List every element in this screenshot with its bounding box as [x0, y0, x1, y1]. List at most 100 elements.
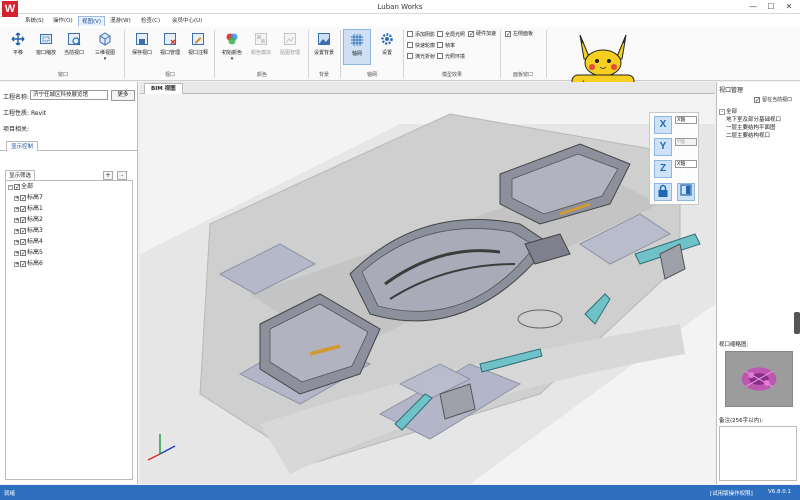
set-background-button[interactable]: 设置背景 — [310, 29, 338, 65]
lock-icon — [658, 184, 668, 197]
model-canvas[interactable] — [140, 94, 715, 484]
initial-color-icon — [226, 33, 238, 45]
y-axis-select[interactable]: Y轴 — [675, 138, 697, 146]
checkmark-icon: ✓ — [20, 217, 27, 224]
save-viewport-button[interactable]: 保存视口 — [128, 29, 156, 65]
z-axis-select[interactable]: X轴 — [675, 160, 697, 168]
viewport-item[interactable]: 地下室及部分基础视口 — [726, 115, 781, 123]
x-axis-button[interactable]: X — [654, 116, 672, 134]
status-license: [试用版操作权限] — [710, 491, 753, 497]
grid-button[interactable]: 轴网 — [343, 29, 371, 65]
more-button[interactable]: 更多 — [111, 90, 135, 101]
expand-icon: + — [14, 195, 20, 201]
viewport-item[interactable]: 一层主要结构平面图 — [726, 123, 776, 131]
menu-system[interactable]: 系统(S) — [22, 16, 47, 26]
app-logo: W — [2, 1, 18, 17]
stay-current-viewport-toggle[interactable]: ✓ 留在当前视口 — [754, 97, 792, 104]
project-select[interactable]: 济宁任城区科技展览馆 — [30, 90, 108, 100]
tree-item-level[interactable]: + ✓标高7 — [14, 194, 43, 202]
effect-refraction[interactable]: 演光折射 — [407, 53, 435, 61]
viewport-annotate-button[interactable]: 视口注释 — [184, 29, 212, 65]
texture-manage-button[interactable]: 贴图管理 — [276, 29, 304, 65]
viewport-manage-button[interactable]: 视口管理 — [156, 29, 184, 65]
checkmark-icon: ✓ — [20, 250, 27, 257]
tree-item-level[interactable]: + ✓标高2 — [14, 216, 43, 224]
expand-all-button[interactable]: + — [103, 171, 113, 180]
menu-operate[interactable]: 操作(O) — [50, 16, 76, 26]
group-effects-label: 模型效果 — [441, 72, 462, 78]
checkmark-icon: ✓ — [505, 31, 512, 38]
right-edge-handle[interactable] — [794, 312, 800, 334]
viewport-annotate-icon — [192, 33, 204, 45]
group-separator — [546, 30, 547, 78]
checkbox-icon — [437, 31, 443, 37]
color-sim-icon — [255, 33, 267, 45]
display-filter-tab[interactable]: 显示筛选 — [5, 170, 36, 180]
effect-global-light[interactable]: 全局光照 — [437, 31, 465, 39]
tree-item-level[interactable]: + ✓标高1 — [14, 205, 43, 213]
x-axis-select[interactable]: X轴 — [675, 116, 697, 124]
expand-icon: + — [14, 239, 20, 245]
zoom-window-button[interactable]: 窗口缩放 — [32, 29, 60, 65]
panel-icon — [680, 184, 692, 196]
tree-item-level[interactable]: + ✓标高4 — [14, 238, 43, 246]
status-ready: 就绪 — [4, 491, 16, 497]
note-textarea[interactable] — [719, 426, 797, 481]
collapse-icon: - — [8, 184, 13, 190]
checkmark-icon: ✓ — [14, 184, 21, 191]
viewport-manager-panel: 视口管理 ✓ 留在当前视口 - 全部 地下室及部分基础视口 一层主要结构平面图 二层… — [716, 82, 800, 484]
gear-icon — [381, 33, 393, 45]
color-sim-button[interactable]: 颜色模拟 — [247, 29, 275, 65]
lock-button[interactable] — [654, 183, 672, 201]
panel-toggle-button[interactable] — [677, 183, 695, 201]
pan-icon — [11, 32, 25, 46]
note-label: 备注(256字以内): — [719, 418, 764, 424]
tab-display-control[interactable]: 显示控制 — [6, 141, 39, 151]
collapse-all-button[interactable]: - — [117, 171, 127, 180]
effect-framerate[interactable]: 帧率 — [437, 42, 455, 50]
axis-control-panel: X X轴 Y Y轴 Z X轴 — [649, 112, 699, 205]
effect-quick-outline[interactable]: 快速轮廓 — [407, 42, 435, 50]
expand-icon: + — [14, 228, 20, 234]
3d-view-icon — [99, 32, 111, 46]
3d-view-button[interactable]: 三维视图 ▾ — [88, 29, 122, 65]
checkmark-icon: ✓ — [20, 239, 27, 246]
pan-button[interactable]: 平移 — [4, 29, 32, 65]
title-bar: W Luban Works — ☐ ✕ — [0, 0, 800, 17]
menu-view[interactable]: 视图(V) — [78, 16, 106, 26]
group-color-label: 颜色 — [256, 72, 267, 78]
tree-item-level[interactable]: + ✓标高6 — [14, 260, 43, 268]
tab-bim-view[interactable]: BIM 视图 — [144, 83, 183, 94]
tree-item-level[interactable]: + ✓标高5 — [14, 249, 43, 257]
left-tabstrip: 显示控制 — [0, 139, 138, 151]
y-axis-button[interactable]: Y — [654, 138, 672, 156]
tree-item-all[interactable]: - ✓全部 — [8, 183, 33, 191]
close-button[interactable]: ✕ — [780, 1, 798, 13]
group-viewport-label: 视口 — [164, 72, 175, 78]
menu-roam[interactable]: 漫游(W) — [107, 16, 134, 26]
panel-left-toggle[interactable]: ✓ 左侧面板 — [505, 31, 533, 38]
group-window-label: 窗口 — [57, 72, 68, 78]
viewport-item[interactable]: 二层主要结构视口 — [726, 131, 770, 139]
expand-icon: + — [14, 217, 20, 223]
initial-color-button[interactable]: 初始颜色 ▾ — [218, 29, 246, 65]
menu-check[interactable]: 检查(C) — [138, 16, 163, 26]
maximize-button[interactable]: ☐ — [762, 1, 780, 13]
z-axis-button[interactable]: Z — [654, 160, 672, 178]
effect-hardware-accel[interactable]: ✓ 硬件加速 — [468, 31, 496, 38]
tree-item-level[interactable]: + ✓标高3 — [14, 227, 43, 235]
expand-icon: + — [14, 206, 20, 212]
menu-member[interactable]: 会员中心(U) — [169, 16, 205, 26]
left-panel: 工程名称: 济宁任城区科技展览馆 更多 工程性质: Revit 项目相关: 显示… — [0, 82, 138, 484]
current-viewport-button[interactable]: 当前视口 — [60, 29, 88, 65]
project-related-label: 项目相关: — [3, 126, 30, 133]
project-name-label: 工程名称: — [3, 94, 30, 101]
settings-button[interactable]: 设置 — [373, 29, 401, 65]
effect-add-shadow[interactable]: 添加阴影 — [407, 31, 435, 39]
save-viewport-icon — [136, 33, 148, 45]
checkmark-icon: ✓ — [20, 228, 27, 235]
minimize-button[interactable]: — — [744, 1, 762, 13]
checkbox-icon — [437, 42, 443, 48]
effect-light-env[interactable]: 光照环境 — [437, 53, 465, 61]
viewport-item-all[interactable]: - 全部 — [719, 107, 737, 115]
